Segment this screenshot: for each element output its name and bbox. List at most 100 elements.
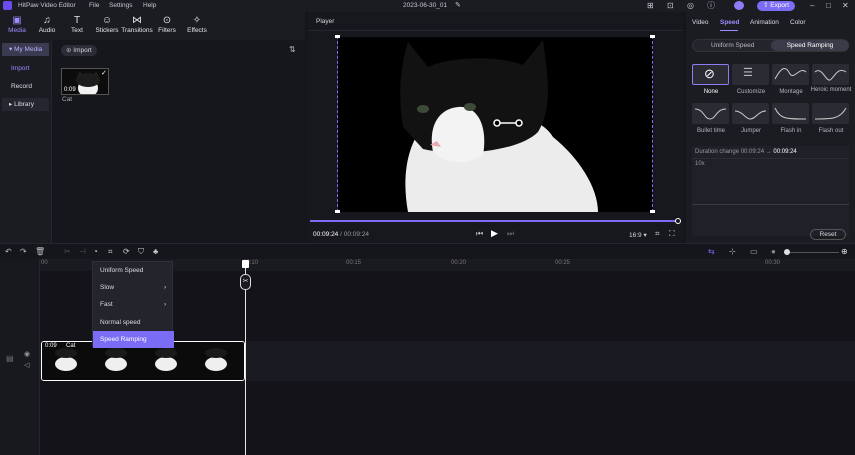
menu-file[interactable]: File bbox=[89, 2, 99, 9]
crop-tool-icon[interactable]: ⌗ bbox=[108, 247, 113, 257]
zoom-slider[interactable] bbox=[784, 252, 839, 253]
info-icon[interactable]: ⓘ bbox=[707, 1, 715, 11]
fit-icon[interactable]: ▭ bbox=[750, 247, 758, 256]
speed-ramping-button[interactable]: Speed Ramping bbox=[771, 40, 849, 51]
crop-handle-tr[interactable] bbox=[650, 35, 655, 38]
reset-button[interactable]: Reset bbox=[810, 229, 846, 240]
preset-none[interactable]: ⊘ bbox=[692, 64, 729, 85]
rotate-icon[interactable]: ⟳ bbox=[123, 247, 130, 256]
ruler-tick-4: 00:25 bbox=[555, 260, 571, 266]
menu-speed-ramping[interactable]: Speed Ramping bbox=[93, 331, 174, 348]
customize-icon: ☰ bbox=[743, 67, 753, 79]
snap-icon[interactable]: ⇆ bbox=[708, 247, 715, 256]
menu-settings[interactable]: Settings bbox=[109, 2, 133, 9]
ruler-tick-2: 00:15 bbox=[346, 260, 362, 266]
edit-title-icon[interactable]: ✎ bbox=[455, 1, 461, 11]
tool-filters[interactable]: ⊙ Filters bbox=[152, 15, 182, 34]
caret-right-icon: ▸ bbox=[9, 101, 13, 108]
shield-icon[interactable]: ⛉ bbox=[138, 247, 144, 257]
menu-normal-speed[interactable]: Normal speed bbox=[93, 314, 174, 331]
chevron-right-icon: › bbox=[164, 284, 167, 291]
export-label: Export bbox=[770, 2, 790, 9]
tool-text[interactable]: T Text bbox=[62, 15, 92, 34]
fullscreen-icon[interactable]: ⛶ bbox=[669, 229, 675, 239]
tool-media[interactable]: ▣ Media bbox=[2, 15, 32, 34]
app-name: HitPaw Video Editor bbox=[18, 2, 76, 9]
preset-montage[interactable] bbox=[772, 64, 809, 85]
zoom-out-icon[interactable]: ● bbox=[771, 247, 776, 256]
tab-color[interactable]: Color bbox=[790, 19, 806, 26]
uniform-speed-button[interactable]: Uniform Speed bbox=[711, 42, 754, 49]
nav-my-media[interactable]: ▾ My Media bbox=[2, 43, 49, 56]
player-progress-handle[interactable] bbox=[675, 218, 681, 224]
duration-to: 00:09:24 bbox=[773, 149, 797, 155]
speaker-icon[interactable]: ◁ bbox=[24, 361, 29, 369]
nav-record[interactable]: Record bbox=[2, 80, 49, 93]
maximize-icon[interactable]: □ bbox=[826, 1, 831, 11]
crop-frame[interactable] bbox=[337, 36, 653, 212]
crop-handle-br[interactable] bbox=[650, 210, 655, 213]
aspect-ratio-select[interactable]: 16:9 ▾ bbox=[629, 231, 647, 239]
media-clip-thumbnail[interactable]: 0:09 ✓ bbox=[61, 68, 109, 95]
prev-frame-icon[interactable]: ⏮ bbox=[476, 229, 483, 239]
preset-flash-in[interactable] bbox=[772, 103, 809, 124]
tool-effects-label: Effects bbox=[187, 27, 207, 34]
heroic-curve-icon bbox=[814, 69, 847, 81]
app-window: HitPaw Video Editor File Settings Help 2… bbox=[0, 0, 855, 455]
nav-library[interactable]: ▸ Library bbox=[2, 98, 49, 111]
tool-audio[interactable]: ♫ Audio bbox=[32, 15, 62, 34]
crop-handle-bl[interactable] bbox=[335, 210, 340, 213]
delete-icon[interactable]: 🗑 bbox=[35, 247, 45, 256]
nav-import[interactable]: Import bbox=[2, 62, 49, 75]
preset-heroic-moment[interactable] bbox=[812, 64, 849, 85]
preset-bullet-time[interactable] bbox=[692, 103, 729, 124]
speed-gauge-icon[interactable]: ◔ bbox=[93, 247, 98, 256]
preset-flash-out[interactable] bbox=[812, 103, 849, 124]
jumper-curve-icon bbox=[734, 110, 767, 120]
import-button[interactable]: ⊕ Import bbox=[61, 45, 97, 56]
minimize-icon[interactable]: – bbox=[810, 1, 814, 11]
export-button[interactable]: ⇧ Export bbox=[757, 1, 795, 11]
menu-help[interactable]: Help bbox=[143, 2, 156, 9]
crown-icon[interactable] bbox=[734, 1, 744, 10]
trim-icon[interactable]: ⊣ bbox=[79, 247, 86, 256]
zoom-in-icon[interactable]: ⊕ bbox=[841, 247, 848, 256]
menu-fast[interactable]: Fast › bbox=[93, 296, 174, 313]
tab-video[interactable]: Video bbox=[692, 19, 709, 26]
tool-transitions[interactable]: ⋈ Transitions bbox=[121, 15, 153, 34]
time-total: 00:09:24 bbox=[343, 231, 370, 238]
menu-speed-ramping-label: Speed Ramping bbox=[100, 336, 147, 343]
preset-customize[interactable]: ☰ bbox=[732, 64, 769, 85]
tool-stickers[interactable]: ☺ Stickers bbox=[92, 15, 122, 34]
player-progress-bar[interactable] bbox=[310, 220, 678, 222]
tool-effects[interactable]: ✧ Effects bbox=[182, 15, 212, 34]
split-audio-icon[interactable]: ⊹ bbox=[729, 247, 736, 256]
undo-icon[interactable]: ↶ bbox=[5, 247, 12, 256]
playhead-line[interactable] bbox=[245, 262, 246, 455]
eye-icon[interactable]: ◉ bbox=[24, 350, 30, 358]
effects-wand-icon: ✧ bbox=[192, 15, 202, 26]
close-icon[interactable]: ✕ bbox=[842, 1, 849, 11]
sort-icon[interactable]: ⇅ bbox=[289, 45, 296, 54]
speed-curve-editor[interactable]: Duration change 00:09:24 → 00:09:24 10x bbox=[692, 146, 849, 236]
next-frame-icon[interactable]: ⏭ bbox=[507, 229, 514, 239]
menu-slow[interactable]: Slow › bbox=[93, 279, 174, 296]
redo-icon[interactable]: ↷ bbox=[20, 247, 27, 256]
preset-heroic-label: Heroic moment bbox=[810, 87, 852, 93]
playhead-handle[interactable] bbox=[242, 260, 249, 268]
tab-speed[interactable]: Speed bbox=[720, 19, 740, 26]
crop-handle-tl[interactable] bbox=[335, 35, 340, 38]
tab-animation[interactable]: Animation bbox=[750, 19, 779, 26]
color-icon[interactable]: ♣ bbox=[153, 247, 158, 256]
cart-icon[interactable]: ⊡ bbox=[667, 1, 674, 11]
speed-mode-toggle: Uniform Speed Speed Ramping bbox=[692, 39, 849, 52]
preset-jumper[interactable] bbox=[732, 103, 769, 124]
split-icon[interactable]: ✂ bbox=[64, 247, 71, 256]
crop-icon[interactable]: ⌗ bbox=[655, 229, 660, 239]
playhead-split-marker[interactable]: ✂ bbox=[240, 274, 251, 290]
play-icon[interactable]: ▶ bbox=[491, 228, 498, 239]
gift-icon[interactable]: ⊞ bbox=[647, 1, 654, 11]
location-icon[interactable]: ◎ bbox=[687, 1, 694, 11]
zoom-slider-handle[interactable] bbox=[784, 249, 790, 255]
menu-uniform-speed[interactable]: Uniform Speed bbox=[93, 262, 174, 279]
